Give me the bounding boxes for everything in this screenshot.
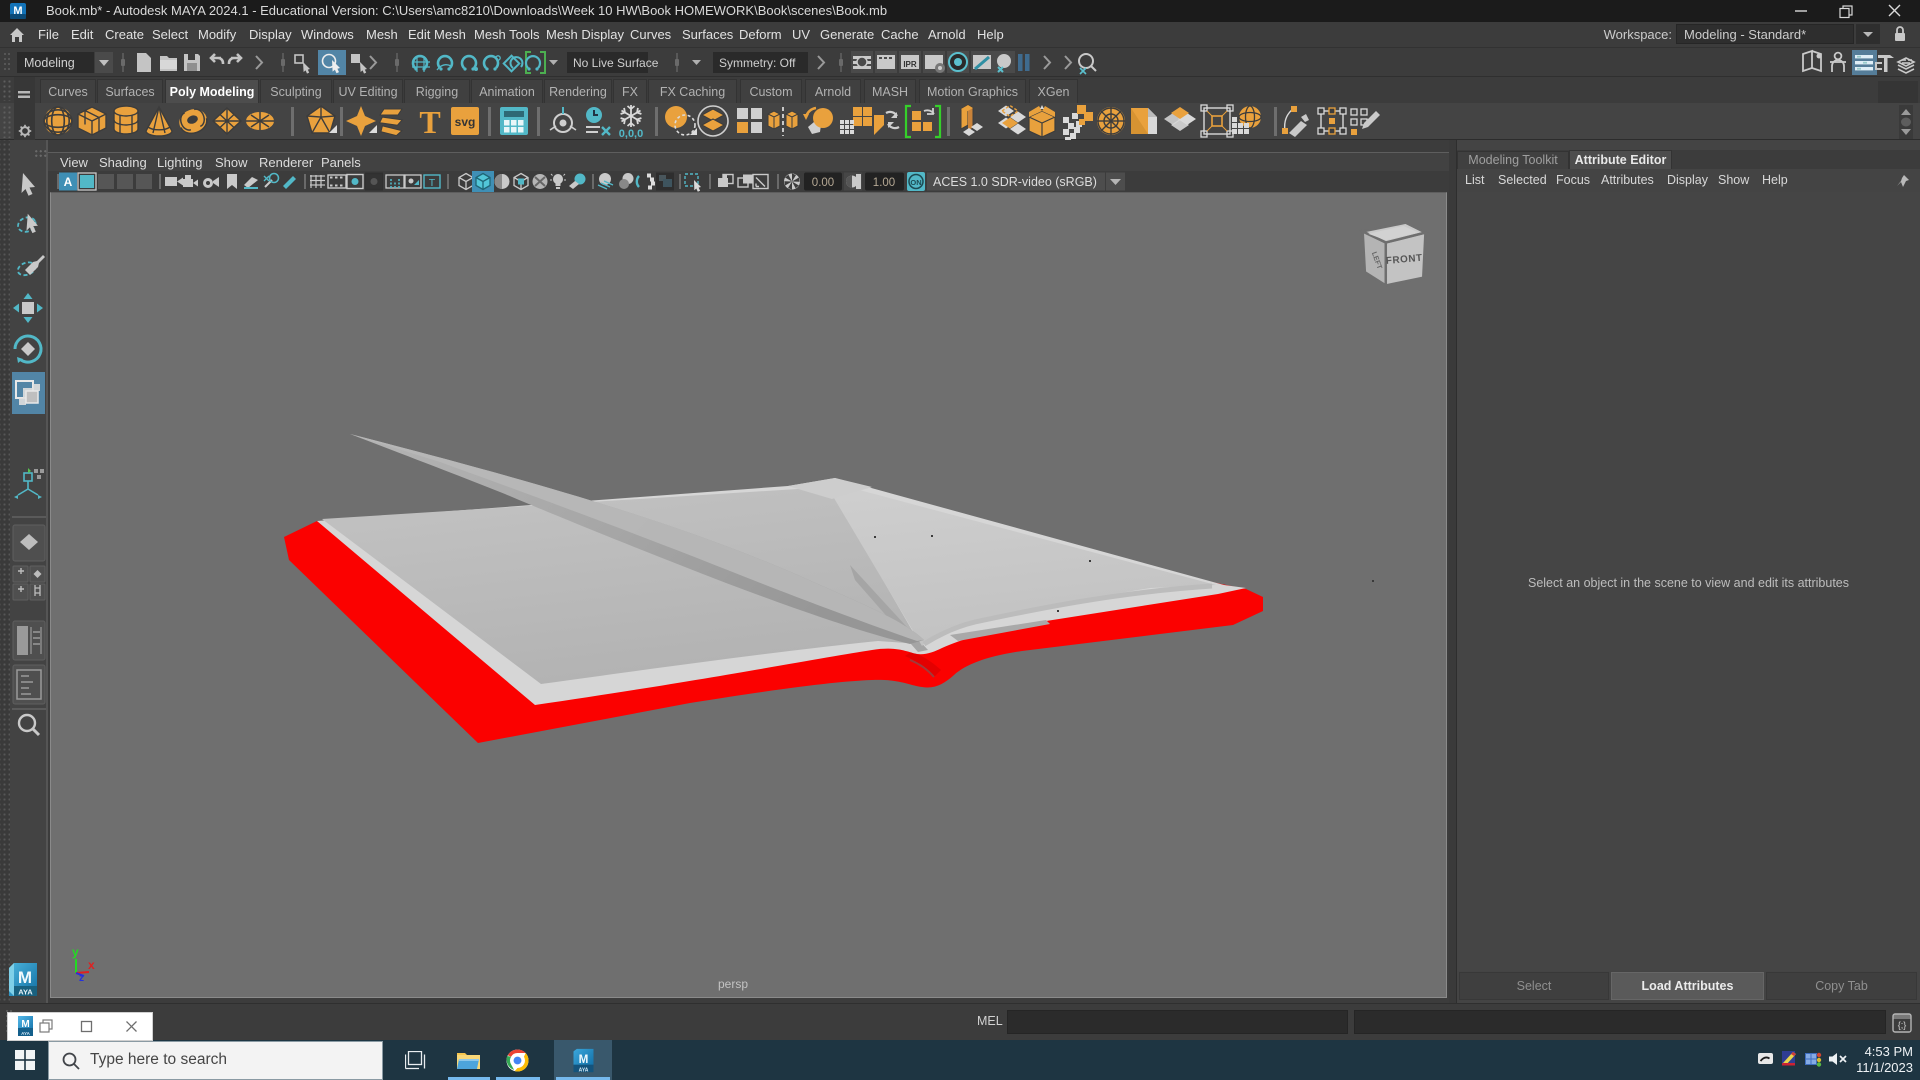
svg-text:M: M bbox=[13, 5, 22, 17]
svg-text:ACES 1.0 SDR-video (sRGB): ACES 1.0 SDR-video (sRGB) bbox=[933, 175, 1097, 189]
svg-text:Symmetry: Off: Symmetry: Off bbox=[719, 56, 796, 70]
svg-text:y: y bbox=[72, 945, 79, 959]
svg-text:T: T bbox=[419, 104, 440, 140]
svg-text:0.00: 0.00 bbox=[812, 177, 834, 189]
svg-text:AYA: AYA bbox=[579, 1067, 589, 1073]
svg-text:T: T bbox=[429, 177, 436, 189]
svg-text:AYA: AYA bbox=[18, 988, 33, 997]
svg-text:ON: ON bbox=[910, 178, 921, 187]
svg-text:AYA: AYA bbox=[21, 1031, 30, 1036]
svg-text:IPR: IPR bbox=[903, 60, 917, 69]
svg-text:M: M bbox=[18, 968, 32, 987]
svg-text:No Live Surface: No Live Surface bbox=[573, 56, 659, 70]
svg-text:M: M bbox=[579, 1053, 589, 1066]
svg-text:x: x bbox=[88, 958, 95, 972]
svg-text:M: M bbox=[21, 1019, 29, 1030]
svg-text:1.00: 1.00 bbox=[873, 177, 895, 189]
svg-text:{;}: {;} bbox=[1898, 1020, 1907, 1030]
svg-text:Modeling: Modeling bbox=[24, 56, 75, 70]
svg-text:A: A bbox=[64, 175, 73, 189]
svg-text:z: z bbox=[79, 973, 84, 984]
svg-text:svg: svg bbox=[455, 115, 476, 129]
svg-text:0,0,0: 0,0,0 bbox=[619, 128, 643, 140]
